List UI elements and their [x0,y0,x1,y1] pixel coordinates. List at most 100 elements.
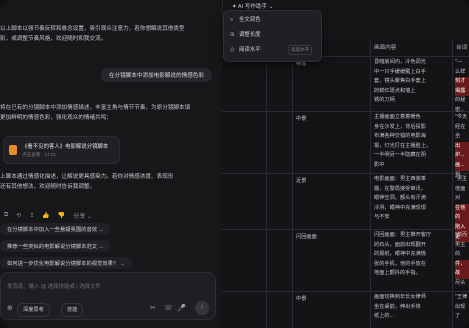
skills-label: 技能 [67,307,78,313]
phone-icon[interactable]: ☏ [164,304,173,312]
cell-line: 影中 [374,161,385,168]
text-line: 更加鲜明的情感色彩，强化观众的情绪共鸣： [0,115,112,121]
cell-line: 出现了 [455,303,466,320]
user-message-bubble: 在分镜脚本中添加电影解说的情感色彩 [100,68,212,82]
copy-icon[interactable]: ⧉ [4,212,8,219]
cell-line: 眼神空洞，额头有汗滴 [374,195,426,202]
document-title: 《看不见的客人》电影解说分镜脚本 [22,144,109,150]
export-icon[interactable]: ↥ [29,212,34,219]
cell-line: 报，灯光打在主播脸上， [374,142,432,149]
cell-line: 地面上颤抖的手指， [374,270,421,277]
cell-line: 的报纸，眼神中充满慌 [374,251,426,258]
cell-line: 冷冽，眼神中充满恐惧 [374,204,426,211]
document-icon [9,145,17,155]
ai-assistant-dropdown[interactable]: ✦ AI 写作助手 ⌄ [232,2,273,10]
microphone-icon[interactable]: 🎤 [177,304,186,312]
document-card[interactable]: 《看不见的客人》电影解说分镜脚本 点击查看 · 17:21 [3,136,120,164]
scene-content: 主播画面立着着暖色 身在沙发上，背后投影 布满各种交错的电影海 报，灯光打在主播… [374,113,431,171]
text-line: 还有其他想法，欢迎随时告诉我调整。 [0,184,96,190]
menu-item-label: 阅读水平 [239,47,261,53]
cell-line: 主播画面立着着暖色 [374,114,421,120]
cell-line: 中一只手缓缓戴上白手 [374,68,426,75]
cell-line: 一半明另一半隐藏在阴 [374,152,426,159]
highlighted-text: 画... [455,160,469,171]
suggestion-chip[interactable]: 在分镜脚本中加入一些悬疑氛围的音效 → [0,223,111,235]
scissors-icon[interactable]: ✂ [150,304,156,312]
table-row: 中景 画面切换到年长女律师 坐在桌前，伸出手将 纸上的... "王律 出现了 [222,291,469,328]
menu-item-adjust-length[interactable]: ⊞ 调整长度 [230,29,261,41]
scene-content: 画面切换到年长女律师 坐在桌前，伸出手将 纸上的... [374,293,426,322]
cell-line: "今天 [455,114,468,120]
menu-item-polish[interactable]: ≡ 全文润色 [230,14,261,26]
assistant-paragraph: 以上脚本以强节奏反转和悬念设置，吸引观众注意力，若你想解说其他类型 影，或调整节… [0,24,214,44]
menu-item-label: 全文润色 [239,17,261,23]
length-icon: ⊞ [230,32,235,38]
shot-type: 闪回画面 [296,234,317,240]
cell-line: 纸上的... [374,313,394,320]
table-row: 闪回画面 闪回画面：男主推开客厅 的石头，面前出现翻开 的报纸，眼神中充满慌 张… [222,229,469,292]
menu-item-reading-level[interactable]: ◎ 阅读水平 高级水平 [230,44,313,56]
deep-think-button[interactable]: 深度思考 [17,303,50,317]
narration: "然而 男主的 件，故 尽头 [455,231,469,289]
message-input[interactable]: 发消息、输入 @ 选择技能或 / 选择文件 [7,282,101,290]
cell-line: 套，镜头聚焦白手套上 [374,78,426,85]
storyboard-table: 画面内容 台词 特写 昏暗房间内，冷色调光 中一只手缓缓戴上白手 套，镜头聚焦白… [222,40,469,328]
cell-line: 的石头，面前出现翻开 [374,241,426,248]
app-window: 以上脚本以强节奏反转和悬念设置，吸引观众注意力，若你想解说其他类型 影，或调整节… [0,0,469,328]
shot-type: 中景 [296,296,307,302]
text-line: 影，或调整节奏风格，欢迎随时和我交流。 [0,36,107,42]
cell-line: 布满各种交错的电影海 [374,133,426,140]
narration: "— 么样 刻才揭露 的秘密... [455,58,469,116]
narration: "王律 出现了 [455,293,469,322]
scene-content: 昏暗房间内，冷色调光 中一只手缓缓戴上白手 套，镜头聚焦白手套上 的鲜红斑点和墙… [374,58,426,106]
cell-line: 锈的刀柄 [374,97,395,104]
cell-line: 画面切换到年长女律师 [374,294,426,300]
reading-level-badge: 高级水平 [288,45,313,55]
shot-type: 中景 [296,116,307,122]
text-line: 以上脚本以强节奏反转和悬念设置，吸引观众注意力，若你想解说其他类型 [0,26,185,32]
highlighted-text: 出炉... [455,141,469,161]
thumbs-up-icon[interactable]: 👍 [42,212,49,219]
cell-line: 闪回画面：男主推开客厅 [374,232,432,238]
cell-line: 昏暗房间内，冷色调光 [374,59,426,65]
cell-line: "— [455,59,463,65]
message-composer: 发消息、输入 @ 选择技能或 / 选择文件 ⊕ 深度思考 技能 ✂ ☏ 🎤 ↑ [0,272,216,320]
thumbs-down-icon[interactable]: 👎 [58,212,65,219]
cell-line: 电影画面：男主西装革 [374,176,426,182]
skills-button[interactable]: 技能 [61,303,84,317]
cell-line: "男主 [455,176,468,182]
regenerate-icon[interactable]: ⟲ [16,212,21,219]
cell-line: 男主的 [455,241,466,258]
highlighted-text: 在他的 [455,203,469,223]
attach-icon[interactable]: ⊕ [7,304,13,312]
send-button[interactable]: ↑ [195,301,209,315]
highlighted-text: 刻才揭露 [455,77,469,97]
highlighted-text: 件，故 [455,259,469,279]
ai-assistant-menu: ≡ 全文润色 ⊞ 调整长度 ◎ 阅读水平 高级水平 [223,10,322,62]
cell-line: 尽头 [455,279,466,286]
suggestion-chip[interactable]: 推荐一些类似的电影解说分镜脚本范文 → [0,240,111,252]
cell-line: 么样 [455,68,466,75]
cell-line: "然而 [455,232,468,238]
share-button[interactable]: 分享 ⌄ [73,211,92,220]
scene-content: 闪回画面：男主推开客厅 的石头，面前出现翻开 的报纸，眼神中充满慌 张的手机，他… [374,231,431,279]
cell-line: 他面对 [455,185,466,202]
table-row: 近景 电影画面：男主西装革 履，在警局接受审讯， 眼神空洞，额头有汗滴 冷冽，眼… [222,173,469,243]
cell-line: 身在沙发上，背后投影 [374,123,426,130]
menu-item-label: 调整长度 [239,32,261,38]
narration: "今天 经在全 出炉... 画... 相... [455,113,469,180]
suggestion-chip[interactable]: 如何进一步优化电影解说分镜脚本的视觉效果？ → [0,257,133,269]
chat-panel: 以上脚本以强节奏反转和悬念设置，吸引观众注意力，若你想解说其他类型 影，或调整节… [0,0,223,328]
scene-content: 电影画面：男主西装革 履，在警局接受审讯， 眼神空洞，额头有汗滴 冷冽，眼神中充… [374,175,426,223]
assistant-paragraph: 上脚本通过情感化描述，让解说更具感染力。若你对情感浓度、表现形 还有其他想法，欢… [0,172,214,192]
assistant-paragraph: 将在已有的分镜脚本中添加情感描述，丰富主角与情节节奏，为原分镜脚本填 更加鲜明的… [0,103,214,123]
cell-line: "王律 [455,294,468,300]
text-line: 将在已有的分镜脚本中添加情感描述，丰富主角与情节节奏，为原分镜脚本填 [0,105,191,111]
shot-type: 近景 [296,178,307,184]
cell-line: 经在全 [455,123,466,140]
message-actions: ⧉ ⟲ ↥ 👍 👎 分享 ⌄ [4,211,92,220]
table-row: 中景 主播画面立着着暖色 身在沙发上，背后投影 布满各种交错的电影海 报，灯光打… [222,111,469,178]
cell-line: 坐在桌前，伸出手将 [374,303,421,310]
cell-line: 履，在警局接受审讯， [374,185,426,192]
reading-level-icon: ◎ [230,47,235,53]
